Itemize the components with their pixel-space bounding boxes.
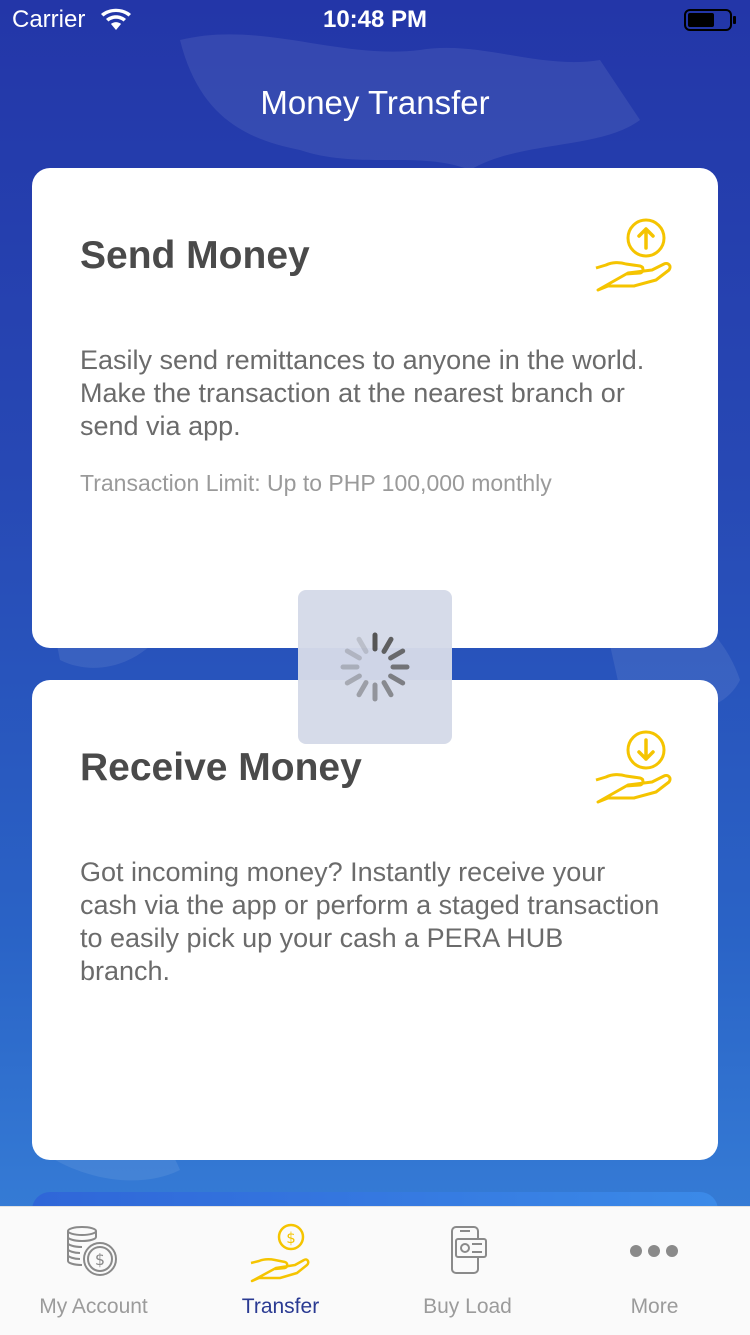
send-money-limit: Transaction Limit: Up to PHP 100,000 mon… (80, 470, 552, 496)
tab-label: More (630, 1295, 679, 1318)
coins-icon: $ (67, 1226, 117, 1276)
send-money-card[interactable]: Send Money Easily send remittances to an… (32, 168, 718, 648)
tab-buy-load[interactable]: Buy Load (374, 1207, 561, 1335)
more-dots-icon (630, 1245, 678, 1257)
loading-overlay (298, 590, 452, 744)
page-title: Money Transfer (260, 84, 490, 121)
tab-more[interactable]: More (561, 1207, 748, 1335)
receive-money-hand-icon (595, 730, 672, 804)
battery-icon (684, 9, 736, 31)
tab-label: Buy Load (423, 1295, 512, 1318)
send-money-description: Easily send remittances to anyone in the… (80, 345, 645, 441)
tab-transfer[interactable]: $ Transfer (187, 1207, 374, 1335)
svg-text:$: $ (286, 1229, 296, 1247)
svg-text:$: $ (95, 1250, 105, 1269)
receive-money-title: Receive Money (80, 746, 362, 789)
send-money-title: Send Money (80, 234, 310, 277)
activity-spinner-icon (340, 632, 410, 702)
phone-cash-icon (451, 1226, 487, 1274)
tab-label: My Account (39, 1295, 148, 1318)
send-money-hand-icon (595, 218, 672, 292)
status-time: 10:48 PM (322, 6, 428, 33)
tab-label: Transfer (241, 1295, 320, 1318)
receive-money-description: Got incoming money? Instantly receive yo… (80, 857, 660, 986)
tab-bar: $ My Account $ Transfer Buy Load More (0, 1206, 750, 1335)
receive-money-card[interactable]: Receive Money Got incoming money? Instan… (32, 680, 718, 1160)
tab-my-account[interactable]: $ My Account (0, 1207, 187, 1335)
hand-coin-icon: $ (250, 1223, 310, 1283)
status-bar: Carrier 10:48 PM (0, 0, 750, 40)
